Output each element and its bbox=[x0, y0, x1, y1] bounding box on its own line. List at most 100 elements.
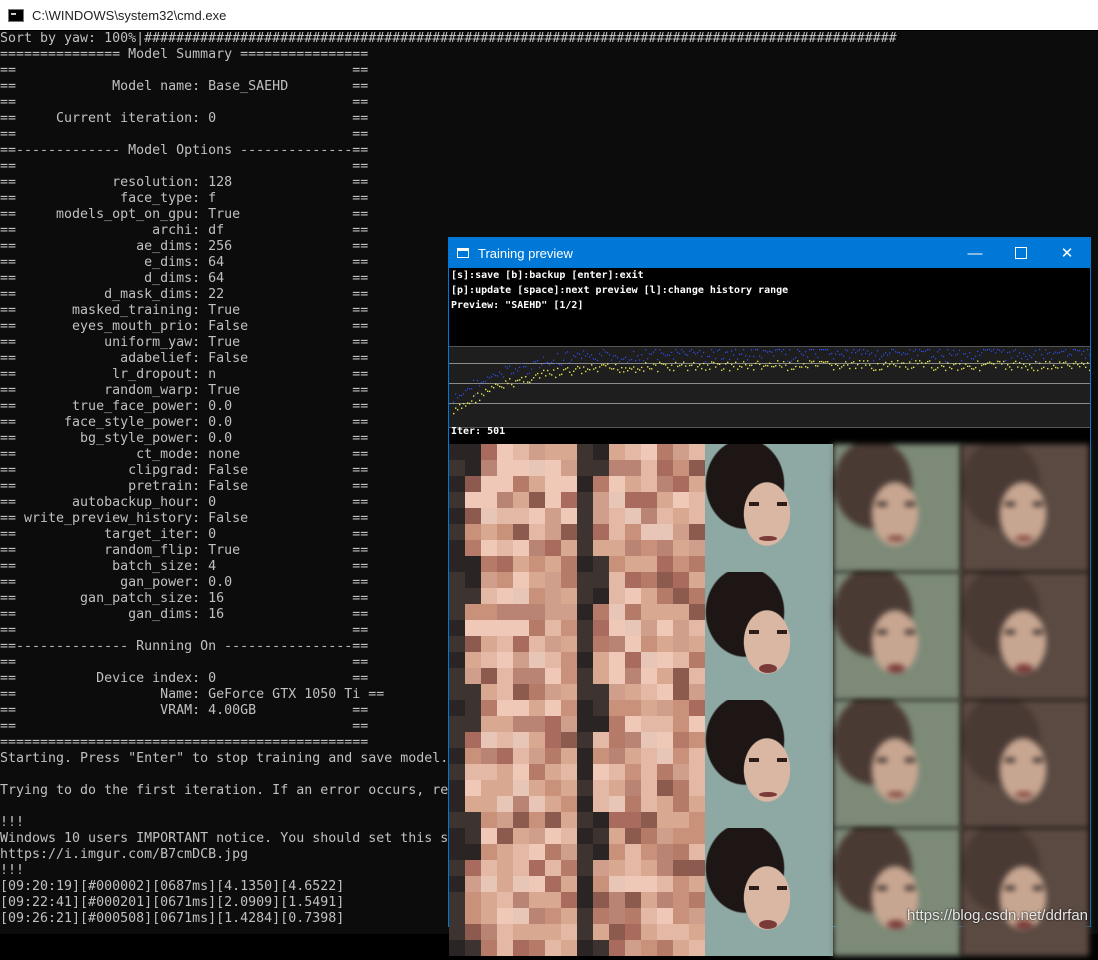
loss-point-src bbox=[1059, 361, 1061, 363]
loss-point-src bbox=[791, 368, 793, 370]
loss-point-src bbox=[697, 365, 699, 368]
preview-face-pixelated bbox=[577, 444, 705, 572]
loss-point-dst bbox=[589, 356, 591, 358]
loss-point-dst bbox=[941, 355, 943, 357]
preview-face-predicted bbox=[961, 828, 1089, 956]
loss-point-src bbox=[711, 361, 713, 363]
loss-point-src bbox=[821, 360, 823, 363]
loss-point-src bbox=[587, 368, 589, 370]
loss-point-src bbox=[857, 364, 859, 366]
loss-point-src bbox=[919, 360, 921, 362]
loss-point-dst bbox=[1051, 358, 1053, 360]
loss-point-src bbox=[535, 374, 537, 376]
loss-point-dst bbox=[843, 355, 845, 357]
loss-point-dst bbox=[901, 354, 903, 356]
loss-point-dst bbox=[859, 349, 861, 351]
loss-point-src bbox=[981, 364, 983, 367]
preview-face-pixelated bbox=[577, 828, 705, 956]
loss-point-src bbox=[585, 370, 587, 373]
minimize-button[interactable]: — bbox=[952, 238, 998, 268]
preview-title-bar[interactable]: Training preview — ✕ bbox=[449, 238, 1090, 268]
loss-point-src bbox=[931, 367, 933, 369]
loss-point-src bbox=[973, 368, 975, 370]
loss-point-dst bbox=[613, 355, 615, 357]
loss-point-dst bbox=[1085, 357, 1087, 359]
loss-point-dst bbox=[897, 351, 899, 354]
loss-point-dst bbox=[693, 351, 695, 353]
loss-point-dst bbox=[707, 355, 709, 358]
loss-point-dst bbox=[959, 349, 961, 351]
loss-point-src bbox=[1073, 362, 1075, 365]
loss-point-src bbox=[835, 363, 837, 366]
loss-point-src bbox=[725, 363, 727, 365]
loss-point-src bbox=[941, 365, 943, 367]
loss-point-src bbox=[829, 363, 831, 365]
close-button[interactable]: ✕ bbox=[1044, 238, 1090, 268]
loss-point-dst bbox=[737, 358, 739, 360]
loss-point-src bbox=[801, 366, 803, 368]
loss-point-src bbox=[559, 374, 561, 376]
loss-point-src bbox=[573, 370, 575, 372]
maximize-button[interactable] bbox=[998, 238, 1044, 268]
loss-point-src bbox=[769, 362, 771, 364]
loss-point-dst bbox=[481, 381, 483, 383]
loss-point-dst bbox=[469, 388, 471, 390]
loss-point-dst bbox=[471, 388, 473, 390]
loss-point-dst bbox=[669, 354, 671, 356]
loss-point-dst bbox=[937, 351, 939, 353]
loss-point-src bbox=[975, 366, 977, 369]
window-app-icon bbox=[457, 248, 469, 258]
loss-point-src bbox=[781, 366, 783, 368]
minimize-icon: — bbox=[967, 244, 983, 262]
loss-point-src bbox=[603, 364, 605, 366]
preview-face-predicted bbox=[833, 572, 961, 700]
loss-point-src bbox=[1019, 361, 1021, 364]
loss-point-src bbox=[481, 393, 483, 395]
console-line: ==------------- Model Options ----------… bbox=[0, 143, 369, 158]
loss-point-dst bbox=[1057, 352, 1059, 354]
loss-point-src bbox=[967, 365, 969, 367]
loss-point-dst bbox=[1063, 350, 1065, 353]
loss-point-dst bbox=[503, 376, 505, 378]
loss-point-dst bbox=[871, 352, 873, 354]
loss-point-dst bbox=[1079, 349, 1081, 352]
loss-point-src bbox=[851, 362, 853, 364]
loss-point-src bbox=[717, 363, 719, 365]
loss-point-dst bbox=[913, 350, 915, 352]
loss-point-dst bbox=[507, 367, 509, 369]
loss-point-src bbox=[581, 372, 583, 375]
training-preview-window[interactable]: Training preview — ✕ [s]:save [b]:backup… bbox=[448, 237, 1091, 956]
loss-point-dst bbox=[961, 360, 963, 362]
loss-point-dst bbox=[651, 353, 653, 355]
loss-point-src bbox=[877, 363, 879, 365]
loss-point-dst bbox=[587, 353, 589, 355]
loss-point-src bbox=[915, 360, 917, 362]
loss-point-dst bbox=[577, 352, 579, 354]
loss-point-dst bbox=[773, 355, 775, 357]
loss-point-dst bbox=[595, 358, 597, 360]
loss-point-dst bbox=[561, 364, 563, 366]
loss-point-src bbox=[713, 361, 715, 364]
loss-point-dst bbox=[713, 351, 715, 353]
loss-point-src bbox=[1047, 368, 1049, 370]
cmd-app-icon bbox=[8, 8, 24, 22]
loss-point-dst bbox=[969, 351, 971, 354]
loss-point-src bbox=[885, 361, 887, 364]
loss-point-src bbox=[1089, 369, 1090, 372]
loss-point-src bbox=[987, 362, 989, 364]
loss-point-dst bbox=[559, 363, 561, 366]
loss-point-dst bbox=[539, 367, 541, 369]
loss-point-src bbox=[519, 379, 521, 381]
loss-point-src bbox=[515, 380, 517, 382]
loss-point-dst bbox=[1069, 353, 1071, 355]
loss-point-src bbox=[591, 364, 593, 366]
loss-point-dst bbox=[883, 354, 885, 356]
cmd-title-bar[interactable]: C:\WINDOWS\system32\cmd.exe bbox=[0, 0, 1098, 30]
loss-point-dst bbox=[1065, 349, 1067, 351]
loss-point-src bbox=[925, 362, 927, 364]
console-line: == face_type: f == bbox=[0, 191, 369, 206]
loss-point-dst bbox=[919, 349, 921, 351]
loss-point-src bbox=[949, 366, 951, 369]
loss-point-src bbox=[1055, 366, 1057, 369]
loss-point-src bbox=[495, 383, 497, 385]
